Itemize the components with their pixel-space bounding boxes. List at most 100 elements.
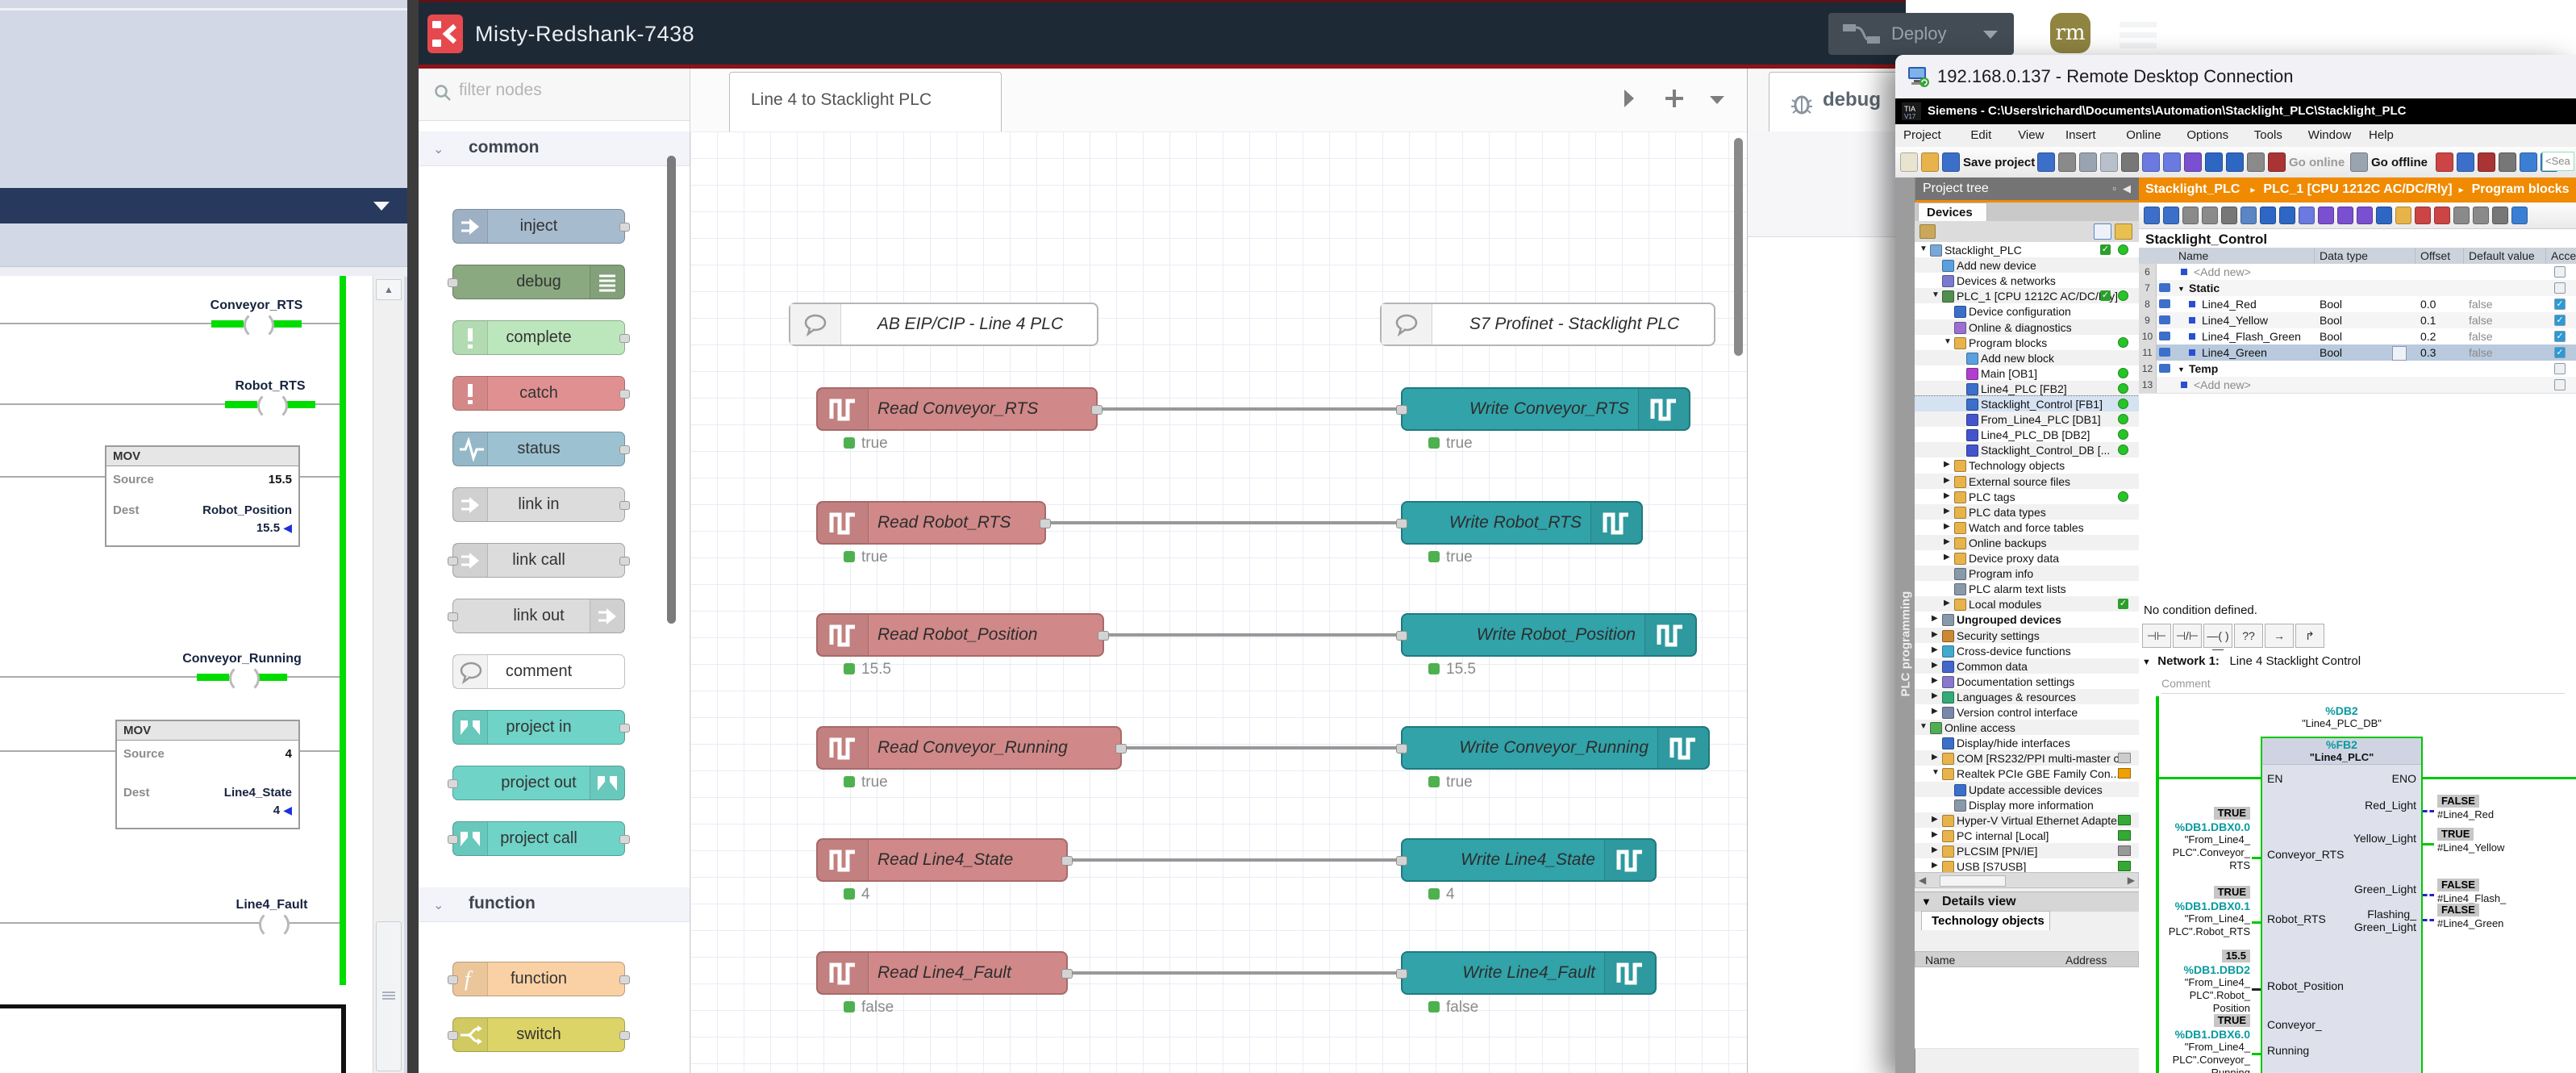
toolbar-icon[interactable] — [2350, 152, 2368, 172]
tree-item-main-ob1-[interactable]: Main [OB1] — [1915, 365, 2139, 381]
breadcrumb[interactable]: Stacklight_PLC▸PLC_1 [CPU 1212C AC/DC/Rl… — [2139, 177, 2576, 202]
write-node[interactable]: Write Line4_Fault — [1401, 951, 1657, 995]
tree-item-local-modules[interactable]: ▶Local modules✓ — [1915, 596, 2139, 612]
accessible-checkbox[interactable]: ✓ — [2554, 347, 2566, 358]
table-row[interactable]: 11Line4_GreenBool0.3false✓ — [2139, 344, 2576, 361]
menu-view[interactable]: View — [2018, 128, 2044, 142]
palette-node-switch[interactable]: switch — [452, 1017, 625, 1052]
tree-expand-icon[interactable] — [2115, 223, 2132, 240]
tree-item-ungrouped-devices[interactable]: ▶Ungrouped devices — [1915, 612, 2139, 627]
tree-expand-icon[interactable]: ▶ — [1944, 537, 1950, 546]
chevron-down-icon[interactable]: ⌄ — [433, 897, 444, 913]
accessible-checkbox[interactable]: ✓ — [2554, 315, 2566, 326]
node-input-port[interactable] — [448, 612, 458, 621]
toolbar-icon[interactable] — [2184, 152, 2202, 172]
editor-toolbar-icon[interactable] — [2357, 207, 2373, 224]
rdp-title-bar[interactable]: 192.168.0.137 - Remote Desktop Connectio… — [1895, 55, 2576, 99]
node-output-port[interactable] — [1098, 631, 1109, 641]
palette-node-complete[interactable]: complete — [452, 320, 625, 355]
tree-expand-icon[interactable]: ▶ — [1932, 645, 1938, 654]
tab-scroll-right-icon[interactable] — [1621, 88, 1637, 109]
node-input-port[interactable] — [1396, 519, 1407, 528]
lad-symbol-button[interactable]: —( )— — [2203, 624, 2232, 648]
table-row[interactable]: 7▼Static — [2139, 280, 2576, 297]
tree-expand-icon[interactable]: ▶ — [1944, 553, 1950, 562]
node-output-port[interactable] — [619, 557, 630, 566]
tree-collapse-icon[interactable]: ▼ — [1944, 337, 1952, 346]
node-output-port[interactable] — [619, 334, 630, 343]
palette-node-catch[interactable]: catch — [452, 376, 625, 411]
tree-expand-icon[interactable]: ▶ — [1932, 707, 1938, 716]
node-input-port[interactable] — [448, 1031, 458, 1040]
write-node[interactable]: Write Robot_Position — [1401, 613, 1697, 657]
tree-expand-icon[interactable]: ▶ — [1932, 845, 1938, 854]
editor-toolbar-icon[interactable] — [2473, 207, 2489, 224]
palette-node-link-in[interactable]: link in — [452, 487, 625, 522]
lad-symbol-button[interactable]: ?? — [2234, 624, 2263, 648]
editor-toolbar-icon[interactable] — [2434, 207, 2450, 224]
toolbar-icon[interactable] — [2436, 152, 2453, 172]
chevron-down-icon[interactable]: ▼ — [1921, 896, 1932, 908]
toolbar-icon[interactable] — [2520, 152, 2537, 172]
tree-item-plcsim-pn-ie-[interactable]: ▶PLCSIM [PN/IE] — [1915, 843, 2139, 858]
toolbar-search-input[interactable]: <Sea — [2542, 152, 2574, 171]
palette-category-common[interactable]: ⌄common — [419, 132, 690, 166]
tree-item-pc-internal-local-[interactable]: ▶PC internal [Local] — [1915, 828, 2139, 843]
editor-toolbar-icon[interactable] — [2260, 207, 2276, 224]
details-view-header[interactable]: ▼ Details view — [1915, 891, 2139, 912]
editor-toolbar-icon[interactable] — [2240, 207, 2257, 224]
flow-wire[interactable] — [1094, 407, 1404, 411]
table-row[interactable]: 12▼Temp — [2139, 361, 2576, 378]
palette-node-link-out[interactable]: link out — [452, 599, 625, 633]
palette-node-inject[interactable]: inject — [452, 209, 625, 244]
tree-item-stacklight-plc[interactable]: ▼Stacklight_PLC✓ — [1915, 242, 2139, 257]
add-tab-icon[interactable] — [1665, 88, 1684, 109]
tree-item-plc-data-types[interactable]: ▶PLC data types — [1915, 504, 2139, 520]
tree-item-add-new-block[interactable]: Add new block — [1915, 350, 2139, 365]
tree-item-online-backups[interactable]: ▶Online backups — [1915, 535, 2139, 550]
node-input-port[interactable] — [1396, 405, 1407, 415]
read-node[interactable]: Read Line4_State — [816, 838, 1068, 882]
scroll-right-icon[interactable]: ▶ — [2128, 875, 2135, 886]
editor-toolbar-icon[interactable] — [2511, 207, 2528, 224]
node-output-port[interactable] — [619, 835, 630, 844]
go-offline-label[interactable]: Go offline — [2371, 156, 2428, 169]
palette-category-function[interactable]: ⌄function — [419, 887, 690, 922]
network-header[interactable]: ▼ Network 1: Line 4 Stacklight Control — [2142, 654, 2361, 668]
menu-window[interactable]: Window — [2308, 128, 2351, 142]
lad-symbol-button[interactable]: ⊣/⊢ — [2173, 624, 2202, 648]
tree-item-external-source-files[interactable]: ▶External source files — [1915, 474, 2139, 489]
editor-toolbar-icon[interactable] — [2395, 207, 2411, 224]
tree-item-plc-alarm-text-lists[interactable]: PLC alarm text lists — [1915, 581, 2139, 596]
table-row[interactable]: 8Line4_RedBool0.0false✓ — [2139, 296, 2576, 313]
tree-item-device-configuration[interactable]: Device configuration — [1915, 303, 2139, 319]
palette-node-debug[interactable]: debug — [452, 265, 625, 299]
toolbar-icon[interactable] — [2499, 152, 2516, 172]
editor-toolbar-icon[interactable] — [2376, 207, 2392, 224]
tree-expand-icon[interactable]: ▶ — [1944, 507, 1950, 516]
write-node[interactable]: Write Conveyor_Running — [1401, 726, 1710, 770]
toolbar-icon[interactable] — [2247, 152, 2265, 172]
panel-columns-icon[interactable]: ▫ — [2112, 182, 2116, 194]
toolbar-icon[interactable] — [1942, 152, 1960, 172]
tree-expand-icon[interactable]: ▶ — [1932, 753, 1938, 762]
menu-tools[interactable]: Tools — [2254, 128, 2282, 142]
editor-toolbar-icon[interactable] — [2182, 207, 2199, 224]
node-output-port[interactable] — [1040, 519, 1051, 528]
toolbar-icon[interactable] — [2100, 152, 2118, 172]
column-header-accessible[interactable]: Accessible — [2546, 248, 2576, 264]
tree-item-device-proxy-data[interactable]: ▶Device proxy data — [1915, 550, 2139, 566]
scroll-up-icon[interactable]: ▲ — [376, 279, 402, 300]
read-node[interactable]: Read Conveyor_RTS — [816, 387, 1098, 431]
comment-node[interactable]: S7 Profinet - Stacklight PLC — [1380, 303, 1715, 346]
node-input-port[interactable] — [1396, 631, 1407, 641]
tree-item-from-line4-plc-db1-[interactable]: From_Line4_PLC [DB1] — [1915, 411, 2139, 427]
tree-item-plc-1-cpu-1212c-ac-dc-rly-[interactable]: ▼PLC_1 [CPU 1212C AC/DC/Rly]✓ — [1915, 288, 2139, 303]
palette-node-project-out[interactable]: project out — [452, 766, 625, 800]
tree-item-devices-networks[interactable]: Devices & networks — [1915, 273, 2139, 288]
palette-node-comment[interactable]: comment — [452, 654, 625, 689]
tree-item-languages-resources[interactable]: ▶Languages & resources — [1915, 689, 2139, 704]
scroll-thumb[interactable] — [376, 921, 402, 1071]
column-header-name[interactable]: Name — [2174, 248, 2315, 264]
tree-item-stacklight-control-fb1-[interactable]: Stacklight_Control [FB1] — [1915, 396, 2139, 411]
